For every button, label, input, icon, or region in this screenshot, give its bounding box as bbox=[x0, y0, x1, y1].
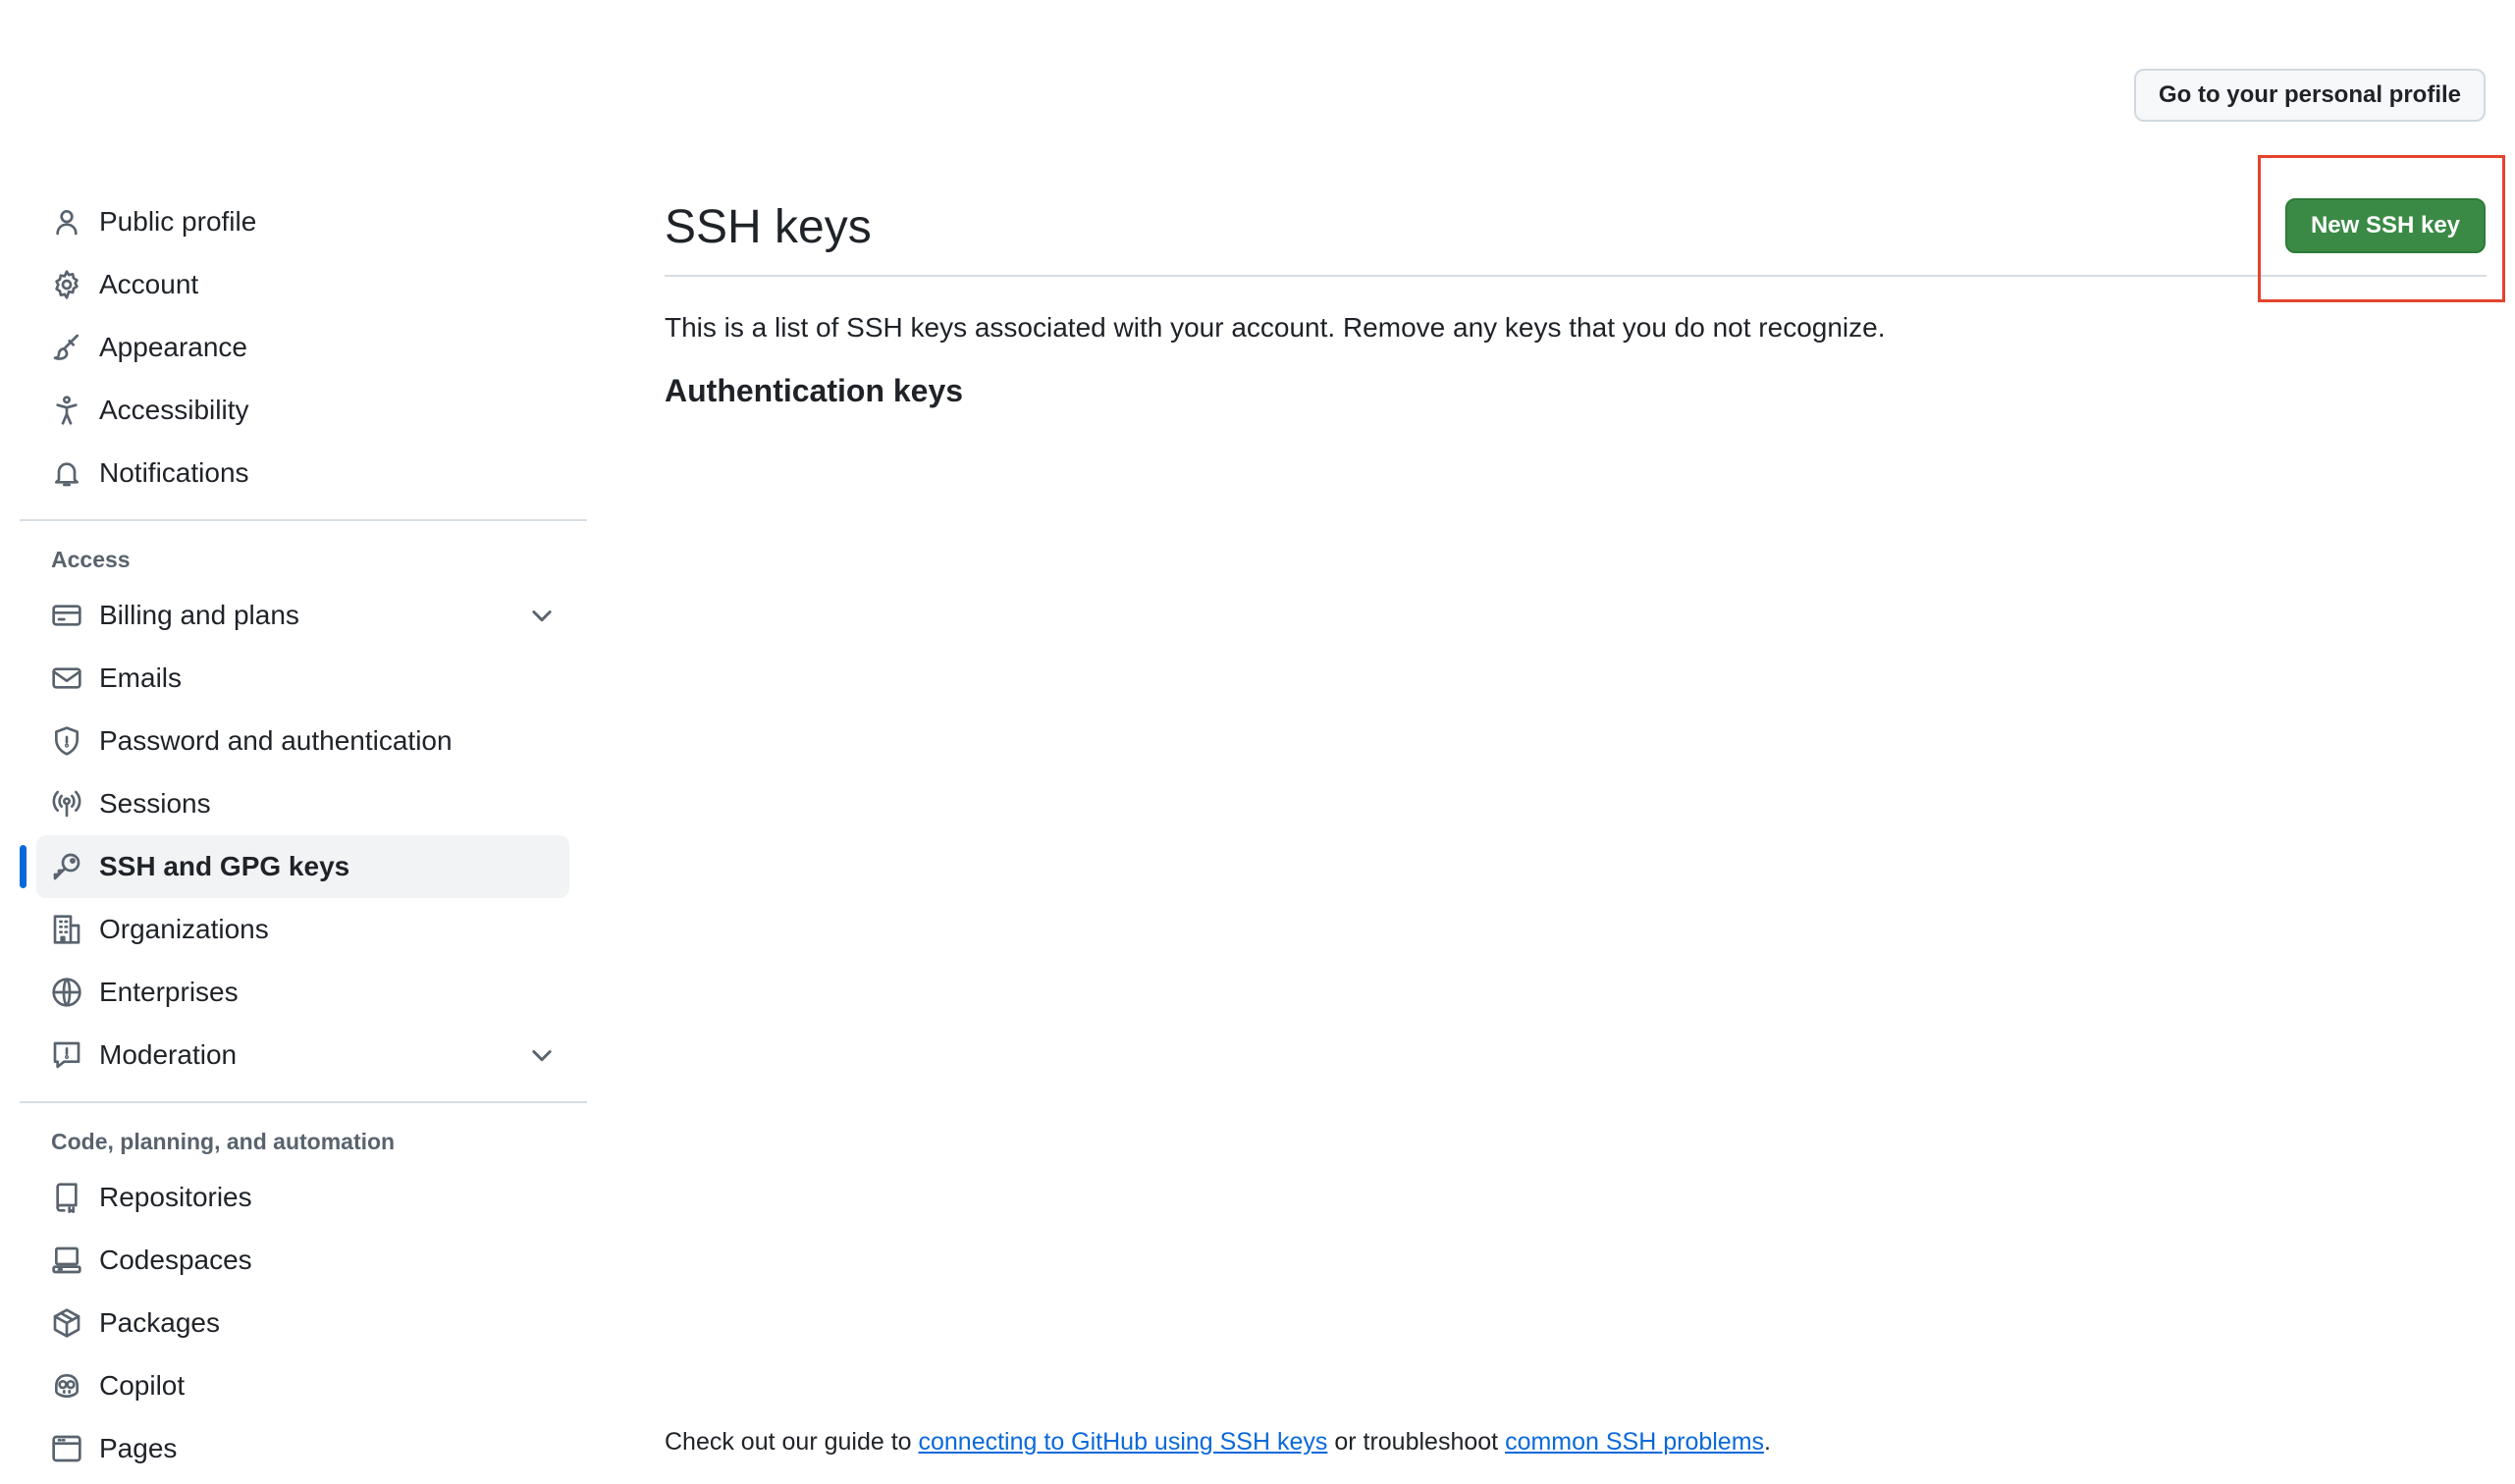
ssh-guide-note: Check out our guide to connecting to Git… bbox=[665, 1428, 1771, 1457]
sidebar-item-label: Pages bbox=[99, 1433, 178, 1463]
ssh-troubleshoot-link[interactable]: common SSH problems bbox=[1505, 1428, 1764, 1456]
sidebar-item-sessions[interactable]: Sessions bbox=[36, 772, 569, 835]
repo-icon bbox=[50, 1181, 83, 1214]
bell-icon bbox=[50, 456, 83, 490]
sidebar-item-repositories[interactable]: Repositories bbox=[36, 1166, 569, 1229]
globe-icon bbox=[50, 976, 83, 1009]
package-icon bbox=[50, 1306, 83, 1340]
section-heading-code: Code, planning, and automation bbox=[51, 1128, 396, 1154]
shield-icon bbox=[50, 724, 83, 758]
sidebar-item-moderation[interactable]: Moderation bbox=[36, 1024, 569, 1086]
sidebar-item-ssh-gpg-keys[interactable]: SSH and GPG keys bbox=[20, 835, 569, 898]
sidebar-item-label: Password and authentication bbox=[99, 725, 453, 756]
sidebar-item-account[interactable]: Account bbox=[36, 253, 569, 316]
accessibility-icon bbox=[50, 394, 83, 427]
sidebar-item-notifications[interactable]: Notifications bbox=[36, 442, 569, 504]
settings-sidebar: Public profile Account Appearance Access… bbox=[20, 190, 587, 1480]
organization-icon bbox=[50, 913, 83, 946]
sidebar-item-label: Codespaces bbox=[99, 1245, 252, 1275]
footer-text-suffix: . bbox=[1764, 1428, 1771, 1456]
sidebar-item-label: Enterprises bbox=[99, 977, 239, 1007]
chevron-down-icon[interactable] bbox=[528, 1041, 556, 1069]
page-title: SSH keys bbox=[665, 201, 872, 253]
gear-icon bbox=[50, 268, 83, 301]
sidebar-item-packages[interactable]: Packages bbox=[36, 1292, 569, 1354]
sidebar-item-label: Account bbox=[99, 269, 199, 299]
sidebar-item-label: Billing and plans bbox=[99, 600, 299, 630]
footer-text-middle: or troubleshoot bbox=[1327, 1428, 1506, 1456]
key-icon bbox=[50, 850, 83, 883]
main-content: SSH keys This is a list of SSH keys asso… bbox=[665, 190, 2487, 409]
sidebar-item-label: Copilot bbox=[99, 1370, 186, 1401]
sidebar-item-copilot[interactable]: Copilot bbox=[36, 1354, 569, 1417]
person-icon bbox=[50, 205, 83, 238]
sidebar-item-label: Appearance bbox=[99, 332, 248, 362]
ssh-guide-link[interactable]: connecting to GitHub using SSH keys bbox=[919, 1428, 1328, 1456]
codespaces-icon bbox=[50, 1244, 83, 1277]
sidebar-item-label: Organizations bbox=[99, 914, 269, 944]
sidebar-item-label: Public profile bbox=[99, 206, 257, 237]
sidebar-item-label: Repositories bbox=[99, 1182, 252, 1212]
sidebar-item-emails[interactable]: Emails bbox=[36, 647, 569, 710]
sidebar-item-organizations[interactable]: Organizations bbox=[36, 898, 569, 961]
title-divider bbox=[665, 275, 2487, 277]
mail-icon bbox=[50, 662, 83, 695]
sidebar-item-accessibility[interactable]: Accessibility bbox=[36, 379, 569, 442]
browser-icon bbox=[50, 1432, 83, 1465]
sidebar-item-label: Accessibility bbox=[99, 395, 249, 425]
report-icon bbox=[50, 1038, 83, 1072]
page-description: This is a list of SSH keys associated wi… bbox=[665, 312, 1886, 343]
copilot-icon bbox=[50, 1369, 83, 1403]
sidebar-divider bbox=[20, 1101, 587, 1103]
sidebar-item-label: Moderation bbox=[99, 1039, 238, 1070]
section-heading-access: Access bbox=[51, 546, 131, 572]
sidebar-item-label: Sessions bbox=[99, 788, 211, 819]
highlight-annotation-box bbox=[2258, 155, 2505, 302]
credit-card-icon bbox=[50, 599, 83, 632]
sidebar-item-label: Notifications bbox=[99, 457, 249, 488]
footer-text-prefix: Check out our guide to bbox=[665, 1428, 919, 1456]
sidebar-item-password[interactable]: Password and authentication bbox=[36, 710, 569, 772]
personal-profile-button[interactable]: Go to your personal profile bbox=[2134, 69, 2486, 122]
authentication-keys-heading: Authentication keys bbox=[665, 373, 964, 408]
broadcast-icon bbox=[50, 787, 83, 821]
sidebar-item-enterprises[interactable]: Enterprises bbox=[36, 961, 569, 1024]
sidebar-item-public-profile[interactable]: Public profile bbox=[36, 190, 569, 253]
sidebar-divider bbox=[20, 519, 587, 521]
sidebar-item-label: Packages bbox=[99, 1307, 220, 1338]
sidebar-item-billing[interactable]: Billing and plans bbox=[36, 584, 569, 647]
sidebar-item-label: Emails bbox=[99, 662, 183, 693]
paintbrush-icon bbox=[50, 331, 83, 364]
sidebar-item-pages[interactable]: Pages bbox=[36, 1417, 569, 1480]
sidebar-item-appearance[interactable]: Appearance bbox=[36, 316, 569, 379]
chevron-down-icon[interactable] bbox=[528, 602, 556, 629]
active-indicator bbox=[20, 845, 27, 888]
sidebar-item-codespaces[interactable]: Codespaces bbox=[36, 1229, 569, 1292]
sidebar-item-label: SSH and GPG keys bbox=[99, 851, 350, 881]
